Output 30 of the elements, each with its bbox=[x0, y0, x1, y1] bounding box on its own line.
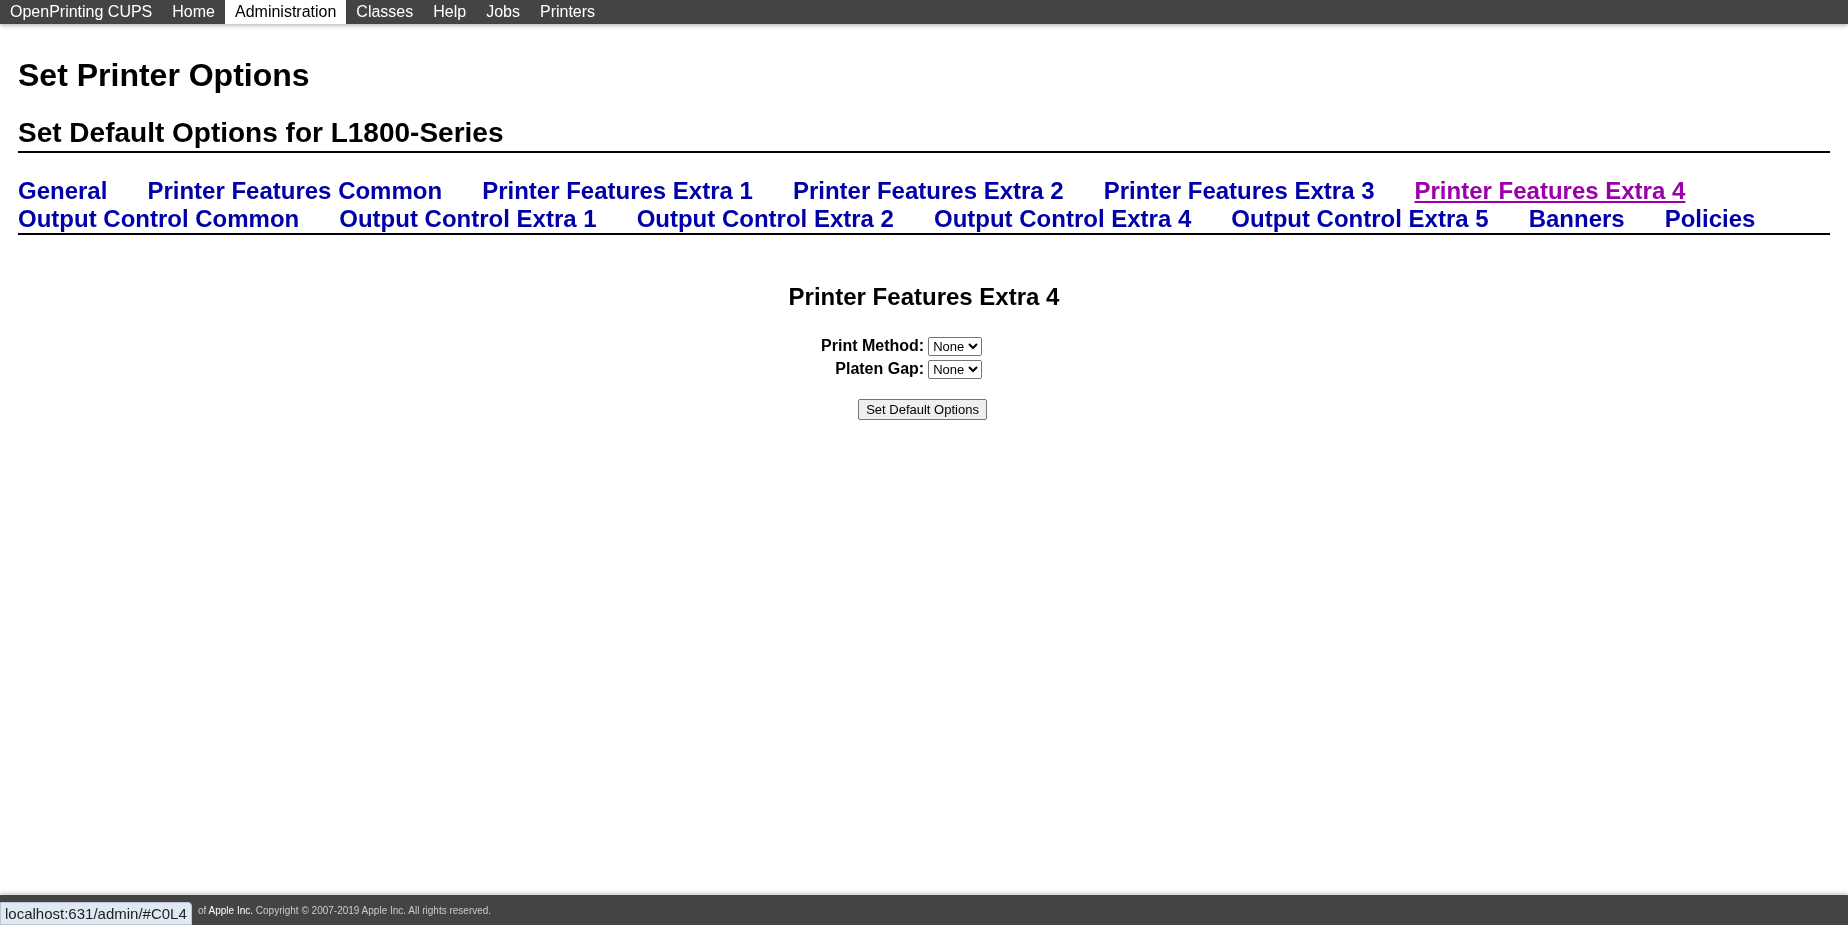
page-subtitle: Set Default Options for L1800-Series bbox=[18, 116, 1830, 153]
tab-link[interactable]: Output Control Extra 2 bbox=[636, 205, 894, 233]
nav-link[interactable]: Printers bbox=[529, 0, 606, 24]
tab-link[interactable]: Printer Features Extra 1 bbox=[482, 177, 753, 205]
tab-link[interactable]: Output Control Extra 4 bbox=[933, 205, 1192, 233]
tab-link[interactable]: Printer Features Extra 3 bbox=[1103, 177, 1375, 205]
option-label: Platen Gap: bbox=[834, 360, 925, 379]
nav-link[interactable]: Classes bbox=[346, 0, 424, 24]
nav-link[interactable]: Jobs bbox=[476, 0, 530, 24]
tab-link[interactable]: Printer Features Common bbox=[147, 177, 443, 205]
copyright-text: of Apple Inc. Copyright © 2007-2019 Apple Inc. All rights reserved. bbox=[198, 904, 492, 916]
tab-link[interactable]: Printer Features Extra 4 bbox=[1414, 177, 1686, 205]
tab-link[interactable]: Output Control Common bbox=[18, 205, 300, 233]
nav-link[interactable]: Home bbox=[162, 0, 225, 24]
tab-link[interactable]: Output Control Extra 1 bbox=[339, 205, 597, 233]
status-url-tooltip: localhost:631/admin/#C0L4 bbox=[0, 902, 192, 925]
option-dropdown[interactable]: None bbox=[928, 337, 983, 356]
tab-link[interactable]: Printer Features Extra 2 bbox=[792, 177, 1064, 205]
nav-link[interactable]: Administration bbox=[225, 0, 347, 24]
section-title: Printer Features Extra 4 bbox=[787, 283, 1061, 311]
nav-link[interactable]: Help bbox=[423, 0, 477, 24]
tab-link[interactable]: Policies bbox=[1664, 205, 1756, 233]
tab-link[interactable]: Output Control Extra 5 bbox=[1231, 205, 1489, 233]
nav-link[interactable]: OpenPrinting CUPS bbox=[0, 0, 163, 24]
set-default-options-button[interactable]: Set Default Options bbox=[858, 399, 987, 420]
option-label: Print Method: bbox=[821, 337, 925, 356]
tab-link[interactable]: General bbox=[18, 177, 108, 205]
page-title: Set Printer Options bbox=[18, 56, 311, 95]
option-dropdown[interactable]: None bbox=[928, 360, 983, 379]
tab-link[interactable]: Banners bbox=[1528, 205, 1625, 233]
